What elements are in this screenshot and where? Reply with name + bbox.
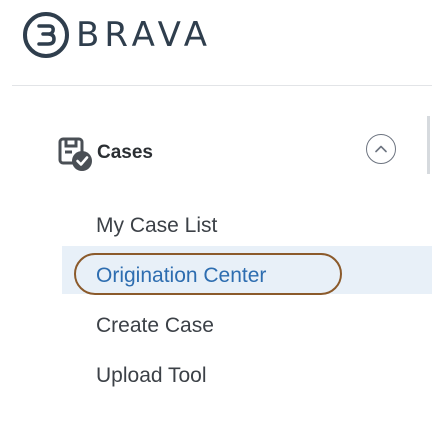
nav-section-label: Cases [97, 142, 153, 163]
brava-logo-icon [23, 12, 69, 58]
collapse-button[interactable] [366, 134, 396, 164]
menu-item-origination-center[interactable]: Origination Center [96, 264, 266, 288]
brand-logo[interactable]: BRAVA [22, 10, 212, 60]
cases-check-icon [58, 137, 92, 171]
menu-item-create-case[interactable]: Create Case [96, 314, 214, 338]
menu-item-upload-tool[interactable]: Upload Tool [96, 364, 207, 388]
nav-section-cases[interactable]: Cases [0, 116, 432, 188]
panel-edge-divider [427, 116, 430, 174]
brand-name: BRAVA [76, 15, 212, 55]
chevron-up-icon [375, 145, 387, 153]
header-divider [12, 85, 432, 86]
menu-item-my-case-list[interactable]: My Case List [96, 214, 217, 238]
